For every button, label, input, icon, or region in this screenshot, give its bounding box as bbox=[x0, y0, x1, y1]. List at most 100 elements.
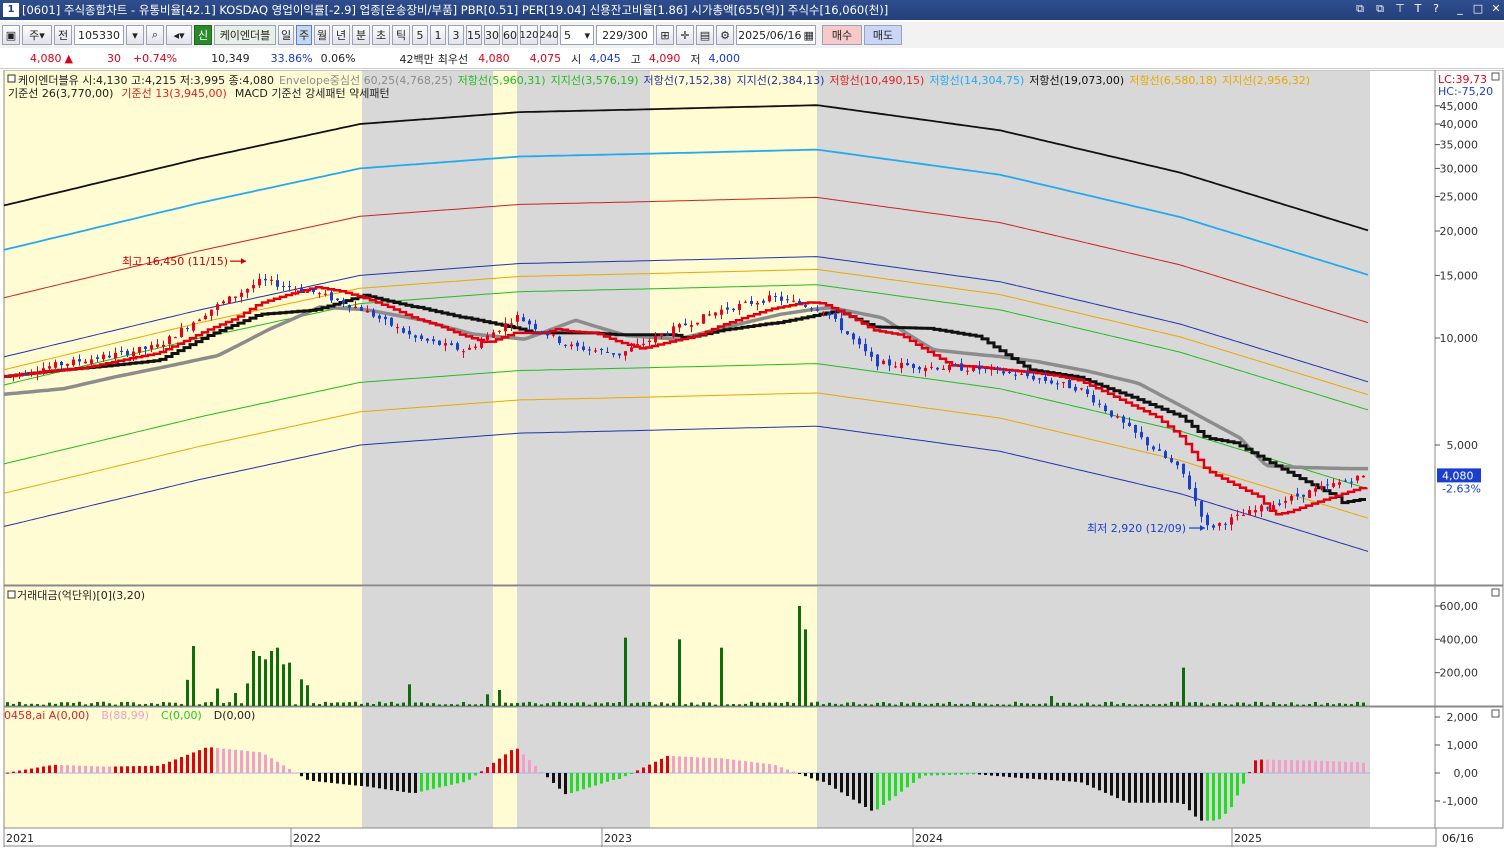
candle-body bbox=[660, 333, 663, 337]
macd-bar bbox=[570, 773, 573, 794]
zoom-icon[interactable]: ⊞ bbox=[656, 25, 674, 45]
candle-body bbox=[1326, 484, 1329, 486]
market-select[interactable]: 주 ▾ bbox=[22, 25, 52, 45]
date-input[interactable]: 2025/06/16 ▦ bbox=[736, 25, 816, 45]
layout-icon[interactable]: ▣ bbox=[2, 25, 20, 45]
macd-bar bbox=[102, 766, 105, 773]
macd-bar bbox=[492, 762, 495, 773]
sound-icon[interactable]: ◂▾ bbox=[166, 25, 192, 45]
sell-button[interactable]: 매도 bbox=[864, 25, 902, 45]
candle-body bbox=[186, 328, 189, 330]
macd-bar bbox=[204, 747, 207, 773]
candle-body bbox=[582, 346, 585, 350]
interval-input[interactable]: 5 ▾ bbox=[560, 25, 594, 45]
volume-bar bbox=[30, 703, 33, 706]
volume-bar bbox=[102, 701, 105, 706]
chart-area[interactable]: 45,000 40,000 35,000 30,000 25,000 20,000 15,0… bbox=[0, 69, 1504, 847]
volume-bar bbox=[1080, 703, 1083, 706]
volume-tick-label: 600,00 bbox=[1440, 600, 1479, 613]
period-tick[interactable]: 틱 bbox=[392, 25, 410, 45]
prev-button[interactable]: 전 bbox=[54, 25, 72, 45]
volume-bar bbox=[420, 702, 423, 706]
minimize-icon[interactable]: _ bbox=[1452, 2, 1468, 15]
link-icon[interactable]: ⧉ bbox=[1372, 2, 1388, 16]
close-icon[interactable]: ✕ bbox=[1488, 2, 1504, 15]
candle-body bbox=[1116, 416, 1119, 418]
crosshair-icon[interactable]: ✛ bbox=[676, 25, 694, 45]
period-month[interactable]: 월 bbox=[314, 25, 330, 45]
interval-30[interactable]: 30 bbox=[484, 25, 500, 45]
restore-icon[interactable]: ⧉ bbox=[1352, 2, 1368, 16]
macd-bar bbox=[516, 748, 519, 773]
save-icon[interactable]: ▤ bbox=[696, 25, 714, 45]
candle-body bbox=[96, 357, 99, 359]
interval-5[interactable]: 5 bbox=[412, 25, 428, 45]
candle-body bbox=[216, 304, 219, 310]
interval-240[interactable]: 240 bbox=[539, 25, 559, 45]
macd-bar bbox=[174, 759, 177, 773]
interval-15[interactable]: 15 bbox=[466, 25, 482, 45]
macd-bar bbox=[1170, 773, 1173, 803]
volume-bar bbox=[696, 704, 699, 706]
stock-chart[interactable]: 45,000 40,000 35,000 30,000 25,000 20,000 15,0… bbox=[0, 69, 1504, 847]
macd-bar bbox=[498, 758, 501, 773]
volume-bar bbox=[1074, 704, 1077, 706]
volume-bar bbox=[1362, 702, 1365, 706]
volume-bar bbox=[300, 679, 303, 706]
volume-bar bbox=[1146, 704, 1149, 706]
macd-panel-title: C(0,00) bbox=[161, 709, 202, 722]
macd-panel-title: D(0,00) bbox=[214, 709, 256, 722]
gear-icon[interactable]: ⚙ bbox=[716, 25, 734, 45]
candle-body bbox=[636, 344, 639, 346]
legend-item: 지지선(2,956,32) bbox=[1222, 74, 1310, 87]
candle-body bbox=[1248, 510, 1251, 516]
volume-bar bbox=[588, 704, 591, 706]
candle-body bbox=[354, 306, 357, 308]
interval-60[interactable]: 60 bbox=[502, 25, 518, 45]
buy-button[interactable]: 매수 bbox=[822, 25, 862, 45]
candle-body bbox=[810, 308, 813, 310]
macd-bar bbox=[108, 766, 111, 773]
interval-1[interactable]: 1 bbox=[430, 25, 446, 45]
macd-bar bbox=[1284, 759, 1287, 773]
search-icon[interactable]: ⌕ bbox=[146, 25, 164, 45]
volume-bar bbox=[798, 606, 801, 706]
period-week[interactable]: 주 bbox=[296, 25, 312, 45]
up-arrow-icon: ▲ bbox=[64, 52, 73, 65]
price-tick-label: 40,000 bbox=[1440, 118, 1479, 131]
dropdown-icon[interactable]: ▾ bbox=[126, 25, 144, 45]
candle-body bbox=[1344, 480, 1347, 482]
period-second[interactable]: 초 bbox=[372, 25, 390, 45]
macd-bar bbox=[1056, 773, 1059, 781]
period-day[interactable]: 일 bbox=[278, 25, 294, 45]
help-icon[interactable]: ? bbox=[1428, 2, 1444, 15]
macd-bar bbox=[84, 765, 87, 773]
macd-bar bbox=[948, 773, 951, 776]
maximize-icon[interactable]: □ bbox=[1470, 2, 1486, 15]
volume-bar bbox=[1314, 701, 1317, 706]
stock-code-input[interactable]: 105330 bbox=[74, 25, 124, 45]
count-input[interactable]: 229/300 bbox=[596, 25, 654, 45]
macd-bar bbox=[318, 773, 321, 782]
macd-bar bbox=[786, 769, 789, 773]
hc-label: HC:-75,20 bbox=[1438, 85, 1493, 98]
pin-icon[interactable]: ⊤ bbox=[1392, 2, 1408, 15]
candle-body bbox=[912, 364, 915, 368]
interval-120[interactable]: 120 bbox=[519, 25, 539, 45]
volume-bar bbox=[126, 701, 129, 706]
period-minute[interactable]: 분 bbox=[352, 25, 370, 45]
candle-body bbox=[984, 368, 987, 370]
interval-3[interactable]: 3 bbox=[448, 25, 464, 45]
period-year[interactable]: 년 bbox=[332, 25, 350, 45]
macd-bar bbox=[510, 750, 513, 773]
price-tick-label: 15,000 bbox=[1440, 269, 1479, 282]
font-icon[interactable]: T bbox=[1410, 2, 1426, 15]
volume-bar bbox=[1320, 704, 1323, 706]
macd-bar bbox=[942, 773, 945, 776]
stock-name[interactable]: 케이엔더블 bbox=[214, 25, 276, 45]
candle-body bbox=[588, 349, 591, 351]
candle-body bbox=[426, 338, 429, 341]
volume-bar bbox=[474, 704, 477, 706]
candle-body bbox=[570, 344, 573, 347]
macd-panel-title: 0458,ai A(0,00) bbox=[4, 709, 89, 722]
